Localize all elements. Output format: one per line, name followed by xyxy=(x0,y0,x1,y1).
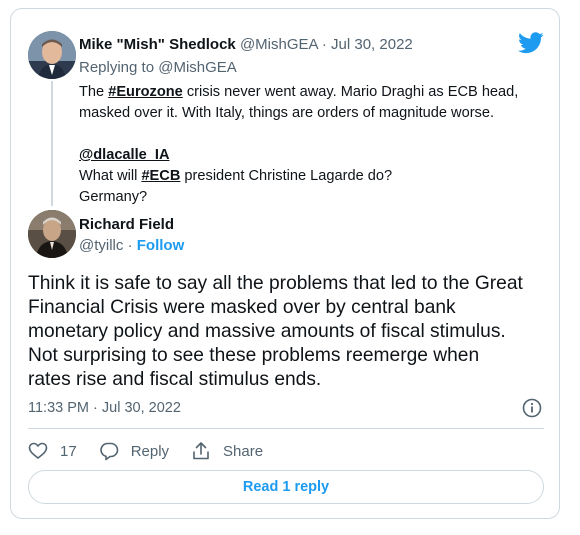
text-fragment: president Christine Lagarde do? xyxy=(180,168,393,184)
avatar-mish-shedlock[interactable] xyxy=(28,31,76,79)
reply-button[interactable]: Reply xyxy=(99,441,169,461)
parent-tweet-date[interactable]: Jul 30, 2022 xyxy=(331,36,413,53)
like-count: 17 xyxy=(60,442,77,460)
twitter-bird-icon[interactable] xyxy=(518,32,544,54)
speech-bubble-icon xyxy=(99,442,118,461)
reply-author-name[interactable]: Richard Field xyxy=(79,216,174,233)
hashtag-ecb[interactable]: #ECB xyxy=(141,168,180,184)
reply-text-line: rates rise and fiscal stimulus ends. xyxy=(28,369,322,390)
embedded-tweet-card: Mike "Mish" Shedlock @MishGEA · Jul 30, … xyxy=(10,8,560,519)
parent-tweet-header: Mike "Mish" Shedlock @MishGEA · Jul 30, … xyxy=(79,36,413,53)
reply-handle-row: @tyillc · Follow xyxy=(79,237,184,254)
follow-button[interactable]: Follow xyxy=(137,237,185,254)
replying-to-label: Replying to xyxy=(79,59,155,76)
share-button[interactable]: Share xyxy=(191,441,263,461)
reply-text-line: monetary policy and massive amounts of f… xyxy=(28,321,506,342)
reply-label: Reply xyxy=(130,442,170,460)
replying-to-handle[interactable]: @MishGEA xyxy=(158,59,237,76)
heart-icon xyxy=(28,442,48,459)
handle-separator: · xyxy=(123,237,137,254)
like-button[interactable]: 17 xyxy=(28,441,77,461)
reply-tweet-text: Think it is safe to say all the problems… xyxy=(28,272,553,392)
parent-text-line-4: What will #ECB president Christine Lagar… xyxy=(79,166,539,187)
parent-author-handle[interactable]: @MishGEA xyxy=(240,36,318,53)
hashtag-eurozone[interactable]: #Eurozone xyxy=(108,84,183,100)
parent-text-line-1: The #Eurozone crisis never went away. Ma… xyxy=(79,82,539,103)
read-replies-button[interactable]: Read 1 reply xyxy=(28,470,544,504)
reply-author-handle[interactable]: @tyillc xyxy=(79,237,123,254)
avatar-richard-field[interactable] xyxy=(28,210,76,258)
reply-text-line: Think it is safe to say all the problems… xyxy=(28,273,523,294)
text-fragment: crisis never went away. Mario Draghi as … xyxy=(182,84,519,100)
header-separator: · xyxy=(317,36,332,53)
info-icon[interactable] xyxy=(522,398,542,418)
thread-connector-line xyxy=(51,81,53,206)
text-fragment: The xyxy=(79,84,109,100)
action-divider xyxy=(28,428,544,429)
parent-author-name[interactable]: Mike "Mish" Shedlock xyxy=(79,36,236,53)
parent-text-line-2: masked over it. With Italy, things are o… xyxy=(79,105,495,121)
replying-to-line: Replying to @MishGEA xyxy=(79,59,237,76)
share-label: Share xyxy=(223,442,264,460)
reply-text-line: Financial Crisis were masked over by cen… xyxy=(28,297,456,318)
tweet-actions-bar: 17 Reply Share xyxy=(28,440,285,462)
parent-tweet-text: The #Eurozone crisis never went away. Ma… xyxy=(79,82,539,208)
reply-text-line: Not surprising to see these problems ree… xyxy=(28,345,480,366)
parent-text-line-5: Germany? xyxy=(79,189,148,205)
text-fragment: What will xyxy=(79,168,142,184)
share-icon xyxy=(193,442,209,460)
mention-dlacalle[interactable]: @dlacalle_IA xyxy=(79,147,169,163)
tweet-timestamp[interactable]: 11:33 PM · Jul 30, 2022 xyxy=(28,400,181,416)
parent-text-line-3: @dlacalle_IA xyxy=(79,145,539,166)
